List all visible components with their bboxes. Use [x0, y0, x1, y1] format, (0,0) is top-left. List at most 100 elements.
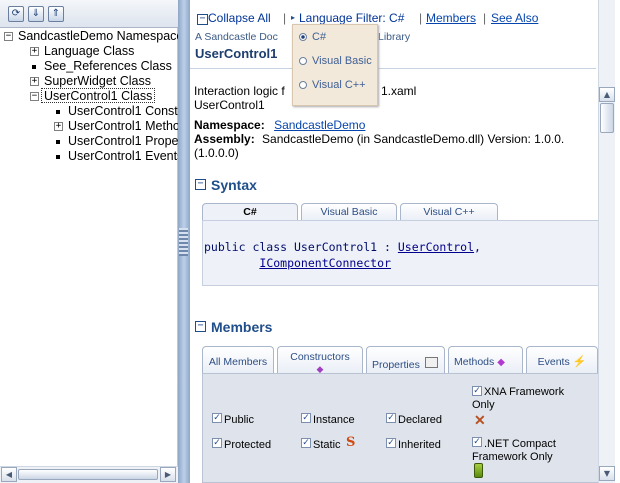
dropdown-arrow-icon[interactable]: ▸ [291, 13, 295, 22]
tree-node-label: UserControl1 Properties [68, 134, 178, 148]
tab-all-members[interactable]: All Members [202, 346, 274, 374]
event-lightning-icon: ⚡ [572, 356, 587, 368]
compact-device-icon [474, 463, 483, 478]
compact-framework-label: .NET Compact Framework Only [472, 438, 556, 463]
instance-checkbox[interactable]: ✓ [301, 413, 311, 423]
tab-label: Methods [454, 356, 495, 368]
separator: | [419, 11, 423, 25]
collapse-all-icon[interactable]: − [197, 14, 208, 25]
usercontrol-link[interactable]: UserControl [398, 240, 474, 254]
separator: | [283, 11, 287, 25]
content-pane: − Collapse All | ▸ Language Filter: C# |… [190, 0, 620, 483]
collapse-all-link[interactable]: Collapse All [208, 11, 271, 25]
expand-node-icon[interactable]: + [54, 122, 63, 131]
tree-node-label: SandcastleDemo Namespace [18, 29, 184, 43]
splitter-grip-icon[interactable] [179, 228, 188, 256]
declared-checkbox[interactable]: ✓ [386, 413, 396, 423]
tab-visual-basic[interactable]: Visual Basic [301, 203, 397, 221]
separator: | [483, 11, 487, 25]
tree-node-label: UserControl1 Events [68, 149, 178, 163]
language-filter-dropdown: C# Visual Basic Visual C++ [292, 24, 378, 106]
expand-all-icon[interactable]: ⇓ [28, 6, 44, 22]
subtitle-right: Library [378, 31, 411, 43]
bullet-icon [56, 140, 60, 144]
tab-label: Properties [372, 359, 420, 371]
radio-icon[interactable] [299, 57, 307, 65]
assembly-version: (1.0.0.0) [194, 146, 239, 160]
summary-text-line2: UserControl1 [194, 98, 265, 112]
tab-constructors[interactable]: Constructors ◆ [277, 346, 363, 374]
scroll-down-icon[interactable]: ▼ [599, 466, 615, 481]
radio-icon[interactable] [299, 81, 307, 89]
tree-horizontal-scrollbar[interactable]: ◀ ▶ [0, 466, 178, 483]
tab-label: Constructors [290, 351, 350, 363]
code-keyword-text: public class UserControl1 : [204, 240, 398, 254]
scrollbar-thumb[interactable] [600, 103, 614, 133]
dropdown-option-visual-basic[interactable]: Visual Basic [299, 54, 372, 68]
tree-node-label: Language Class [44, 44, 135, 58]
tree-node-label: See_References Class [44, 59, 172, 73]
expand-node-icon[interactable]: + [30, 77, 39, 86]
static-checkbox[interactable]: ✓ [301, 438, 311, 448]
protected-label: Protected [224, 439, 272, 451]
tree-node-constructor[interactable]: UserControl1 Constructor [54, 104, 178, 119]
tree-node-label: UserControl1 Constructor [68, 104, 178, 118]
collapse-node-icon[interactable]: − [30, 92, 39, 101]
content-vertical-scrollbar[interactable]: ▲ ▼ [598, 0, 615, 483]
summary-text-right: 1.xaml [381, 84, 417, 98]
scroll-left-icon[interactable]: ◀ [1, 467, 17, 482]
public-checkbox[interactable]: ✓ [212, 413, 222, 423]
members-heading[interactable]: Members [211, 319, 272, 335]
code-comma: , [474, 240, 481, 254]
namespace-link[interactable]: SandcastleDemo [274, 118, 365, 132]
tree-pane: ⟳ ⇓ ⇑ − SandcastleDemo Namespace + Langu… [0, 0, 183, 483]
dropdown-option-csharp[interactable]: C# [299, 30, 326, 44]
header-divider [190, 68, 596, 69]
syntax-heading[interactable]: Syntax [211, 177, 257, 193]
expand-node-icon[interactable]: + [30, 47, 39, 56]
summary: Interaction logic f 1.xaml UserControl1 … [194, 84, 594, 160]
inherited-checkbox[interactable]: ✓ [386, 438, 396, 448]
see-also-link[interactable]: See Also [491, 11, 538, 25]
option-label: C# [312, 31, 327, 43]
protected-checkbox[interactable]: ✓ [212, 438, 222, 448]
assembly-label: Assembly: [194, 132, 255, 146]
tree-node-methods[interactable]: + UserControl1 Methods [54, 119, 178, 134]
tab-methods[interactable]: Methods ◆ [448, 346, 523, 374]
tree-node-properties[interactable]: UserControl1 Properties [54, 134, 178, 149]
static-icon: S [346, 435, 356, 450]
tree-node-label: UserControl1 Class [41, 88, 156, 103]
tab-properties[interactable]: Properties [366, 346, 445, 374]
summary-text-left: Interaction logic f [194, 84, 285, 98]
members-link[interactable]: Members [426, 11, 476, 25]
option-label: Visual Basic [312, 55, 372, 67]
method-icon: ◆ [497, 357, 505, 368]
scroll-right-icon[interactable]: ▶ [160, 467, 176, 482]
scrollbar-thumb[interactable] [18, 469, 158, 480]
inherited-label: Inherited [398, 439, 441, 451]
code-text: public class UserControl1 : UserControl,… [204, 239, 481, 271]
language-filter-link[interactable]: Language Filter: C# [299, 11, 404, 25]
tab-visual-cpp[interactable]: Visual C++ [400, 203, 498, 221]
bullet-icon [32, 65, 36, 69]
radio-selected-icon[interactable] [299, 33, 307, 41]
sync-toc-icon[interactable]: ⟳ [8, 6, 24, 22]
tab-events[interactable]: Events ⚡ [526, 346, 598, 374]
bullet-icon [56, 110, 60, 114]
collapse-all-icon[interactable]: ⇑ [48, 6, 64, 22]
tree-node-label: UserControl1 Methods [68, 119, 178, 133]
collapse-section-icon[interactable]: − [195, 321, 206, 332]
static-label: Static [313, 439, 341, 451]
xna-label: XNA Framework Only [472, 386, 565, 411]
dropdown-option-visual-cpp[interactable]: Visual C++ [299, 78, 366, 92]
collapse-section-icon[interactable]: − [195, 179, 206, 190]
scroll-up-icon[interactable]: ▲ [599, 87, 615, 102]
bullet-icon [56, 155, 60, 159]
collapse-node-icon[interactable]: − [4, 32, 13, 41]
tree-node-events[interactable]: UserControl1 Events [54, 149, 178, 164]
property-icon [424, 357, 438, 368]
icomponentconnector-link[interactable]: IComponentConnector [259, 256, 391, 270]
tree-node-label: SuperWidget Class [44, 74, 151, 88]
tab-label: All Members [208, 356, 268, 368]
page-title: UserControl1 [195, 46, 278, 61]
